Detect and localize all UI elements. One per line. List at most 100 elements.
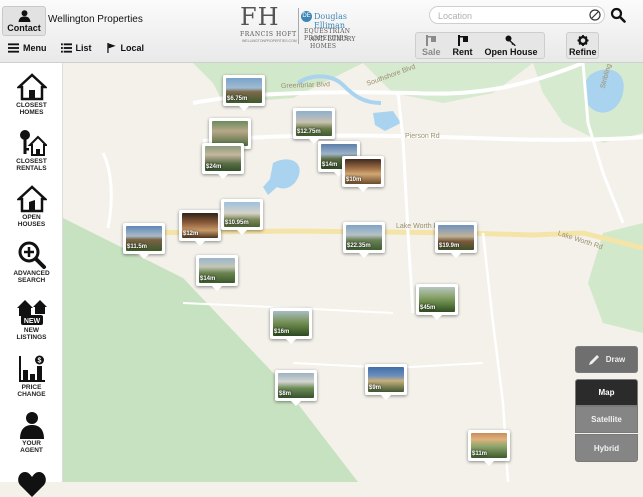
rent-label: Rent	[452, 46, 473, 57]
gear-icon	[577, 34, 589, 46]
listing-price: $14m	[200, 276, 216, 282]
house-icon	[16, 73, 47, 101]
sidebar-item-favorites[interactable]	[0, 469, 63, 497]
menu-button[interactable]: Menu	[8, 43, 47, 53]
search-icon[interactable]	[610, 7, 626, 23]
listing-pin[interactable]: $19.9m	[435, 222, 477, 258]
listing-price: $22.35m	[347, 243, 371, 249]
satellite-label: Satellite	[591, 415, 622, 424]
listing-pin[interactable]: $24m	[202, 143, 244, 179]
nav-row: Menu List Local	[8, 43, 144, 53]
sidebar-item-label: CLOSEST HOMES	[16, 102, 47, 116]
open-house-icon	[16, 185, 47, 213]
logo-name: FRANCIS HOFT	[240, 31, 297, 38]
sidebar-item-label: YOUR AGENT	[20, 440, 43, 454]
sidebar-item-label: ADVANCED SEARCH	[13, 270, 50, 284]
sidebar: CLOSEST HOMES CLOSEST RENTALS OPEN HOUSE…	[0, 63, 63, 497]
listing-price: $9m	[369, 385, 382, 391]
list-icon	[60, 43, 72, 53]
listing-price: $16m	[274, 329, 290, 335]
partner-logo-icon: DE	[301, 11, 312, 22]
sidebar-item-label: OPEN HOUSES	[17, 214, 46, 228]
app-title: Wellington Properties	[48, 14, 143, 25]
person-icon	[18, 9, 30, 22]
sidebar-item-label: CLOSEST RENTALS	[16, 158, 47, 172]
listing-pin[interactable]: $10.95m	[221, 199, 263, 235]
sidebar-item-your-agent[interactable]: YOUR AGENT	[0, 411, 63, 454]
hamburger-icon	[8, 43, 19, 53]
listing-pin[interactable]: $11m	[468, 430, 510, 466]
new-badge-text: NEW	[23, 318, 40, 325]
list-label: List	[75, 43, 92, 53]
for-rent-sign-icon	[457, 34, 468, 46]
map-type-hybrid-button[interactable]: Hybrid	[575, 434, 638, 462]
sidebar-item-new-listings[interactable]: NEW NEW LISTINGS	[0, 298, 63, 341]
list-button[interactable]: List	[60, 43, 92, 53]
listing-pin[interactable]: $9m	[365, 364, 407, 400]
for-sale-sign-icon	[426, 34, 437, 46]
listing-price: $8m	[279, 391, 292, 397]
listing-pin[interactable]: $10m	[342, 156, 384, 192]
location-search	[429, 6, 605, 24]
logo-tagline-2: AND LUXURY HOMES	[310, 36, 356, 50]
contact-button[interactable]: Contact	[2, 6, 46, 36]
listing-price: $14m	[322, 162, 338, 168]
sidebar-item-closest-homes[interactable]: CLOSEST HOMES	[0, 73, 63, 116]
price-change-icon: $	[18, 355, 45, 382]
listing-pin[interactable]: $22.35m	[343, 222, 385, 258]
listing-pin[interactable]: $45m	[416, 284, 458, 320]
map-label: Map	[598, 388, 615, 397]
brand-logo: FH FRANCIS HOFT WELLINGTONPROPERTIES.COM…	[238, 3, 374, 50]
map-base	[63, 63, 643, 482]
map-type-map-button[interactable]: Map	[575, 379, 638, 406]
listing-pin[interactable]: $16m	[270, 308, 312, 344]
sale-label: Sale	[422, 46, 441, 57]
sidebar-item-label: PRICE CHANGE	[17, 384, 46, 398]
logo-website: WELLINGTONPROPERTIES.COM	[242, 39, 297, 43]
refine-button[interactable]: Refine	[567, 33, 599, 58]
sidebar-item-closest-rentals[interactable]: CLOSEST RENTALS	[0, 129, 63, 172]
sidebar-item-advanced-search[interactable]: ADVANCED SEARCH	[0, 241, 63, 284]
open-house-label: Open House	[484, 46, 538, 57]
key-icon	[505, 35, 517, 46]
listing-price: $11.5m	[127, 244, 148, 250]
location-search-input[interactable]	[436, 8, 590, 24]
clear-location-icon[interactable]	[589, 9, 601, 21]
listing-price: $6.75m	[227, 96, 248, 102]
sidebar-item-label: NEW LISTINGS	[16, 327, 47, 341]
flag-icon	[106, 43, 116, 53]
open-house-button[interactable]: Open House	[479, 33, 544, 58]
hybrid-label: Hybrid	[593, 443, 620, 453]
draw-label: Draw	[605, 355, 626, 364]
svg-text:$: $	[37, 358, 41, 365]
listing-pin[interactable]: $8m	[275, 370, 317, 406]
top-bar: Contact Wellington Properties Menu List …	[0, 0, 643, 63]
listing-price: $10m	[346, 177, 362, 183]
rent-button[interactable]: Rent	[447, 33, 479, 58]
map-type-satellite-button[interactable]: Satellite	[575, 406, 638, 433]
listing-pin[interactable]: $6.75m	[223, 75, 265, 111]
heart-icon	[17, 472, 46, 497]
listing-price: $19.9m	[439, 243, 460, 249]
draw-button[interactable]: Draw	[575, 346, 638, 373]
sale-button[interactable]: Sale	[416, 33, 447, 58]
listing-price: $10.95m	[225, 220, 249, 226]
road-label-pierson: Pierson Rd	[405, 133, 440, 140]
logo-initials: FH	[240, 3, 280, 31]
refine-label: Refine	[569, 46, 597, 57]
sidebar-item-price-change[interactable]: $ PRICE CHANGE	[0, 355, 63, 398]
listing-pin[interactable]: $12.75m	[293, 108, 335, 144]
listing-type-toolbar: Sale Rent Open House	[415, 32, 545, 59]
local-label: Local	[120, 43, 145, 53]
logo-divider	[298, 8, 299, 44]
magnifier-plus-icon	[18, 241, 46, 269]
sidebar-item-open-houses[interactable]: OPEN HOUSES	[0, 185, 63, 228]
listing-pin[interactable]: $11.5m	[123, 223, 165, 259]
local-button[interactable]: Local	[106, 43, 145, 53]
agent-icon	[19, 412, 44, 439]
listing-pin[interactable]: $14m	[196, 255, 238, 291]
new-listings-icon: NEW	[16, 300, 47, 325]
listing-price: $11m	[472, 451, 488, 457]
map-view[interactable]: Greenbriar Blvd Southshore Blvd Pierson …	[63, 63, 643, 482]
listing-pin[interactable]: $12m	[179, 210, 221, 246]
